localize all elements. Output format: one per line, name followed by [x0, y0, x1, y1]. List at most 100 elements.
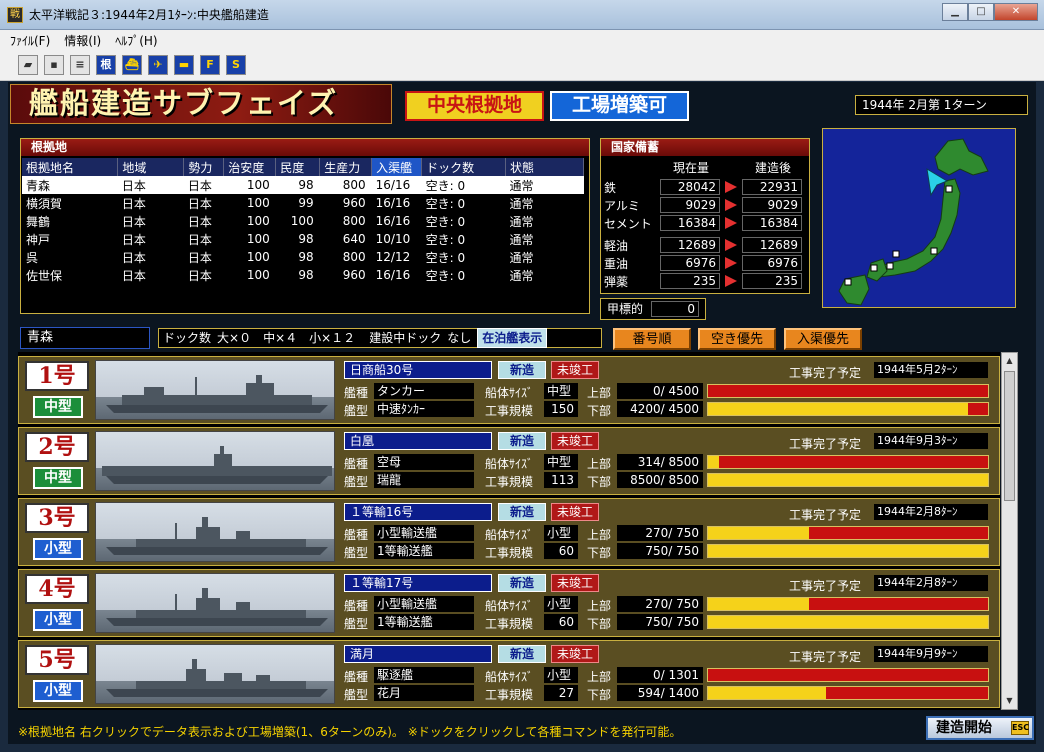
- menu-info[interactable]: 情報(I): [64, 32, 101, 49]
- stock-current: 28042: [660, 179, 720, 195]
- ship-name: 白凰: [344, 432, 492, 450]
- menu-file[interactable]: ﾌｧｲﾙ(F): [10, 32, 50, 49]
- base-marker-kobe[interactable]: [886, 262, 894, 270]
- base-cell: 日本: [121, 214, 146, 229]
- upper-label: 上部: [587, 528, 612, 542]
- col-docked[interactable]: 入渠艦: [371, 158, 423, 176]
- s-button[interactable]: S: [226, 55, 246, 75]
- sort-by-docking-button[interactable]: 入渠優先: [784, 328, 862, 350]
- window-title: 太平洋戦記３:1944年2月1ﾀｰﾝ:中央艦船建造: [29, 8, 269, 22]
- tank-icon[interactable]: ▬: [174, 55, 194, 75]
- ship-name: 満月: [344, 645, 492, 663]
- upper-progress-value: 314/ 8500: [617, 454, 703, 470]
- footnote: ※根拠地名 右クリックでデータ表示および工場増築(1、6ターンのみ)。 ※ドック…: [18, 725, 682, 739]
- app-icon[interactable]: 戦: [7, 6, 23, 23]
- base-marker-maizuru[interactable]: [892, 250, 900, 258]
- completion-label: 工事完了予定: [789, 579, 862, 593]
- base-marker-kure[interactable]: [870, 264, 878, 272]
- stock-row: アルミ 9029 9029: [604, 196, 806, 214]
- base-row[interactable]: 神戸 日本 日本 100 98 640 10/10 空き: 0 通常: [22, 230, 584, 248]
- scroll-down-icon[interactable]: ▼: [1002, 693, 1017, 709]
- ship-icon[interactable]: ⛴: [122, 55, 142, 75]
- base-cell: 横須賀: [26, 196, 63, 211]
- maximize-button[interactable]: □: [968, 3, 994, 21]
- base-marker-yokosuka[interactable]: [930, 247, 938, 255]
- stock-name: アルミ: [604, 198, 640, 213]
- ship-type-value: 駆逐艦: [374, 667, 474, 683]
- base-cell: 960: [342, 196, 366, 210]
- lower-progress-bar: [707, 615, 989, 629]
- dock-number: 4号: [25, 574, 89, 604]
- f-button[interactable]: F: [200, 55, 220, 75]
- ship-silhouette: [95, 644, 335, 704]
- save-disk-icon[interactable]: ▪: [44, 55, 64, 75]
- arrow-right-icon: [720, 215, 742, 231]
- status-tag: 未竣工: [551, 645, 599, 663]
- upper-progress-value: 0/ 1301: [617, 667, 703, 683]
- menu-help[interactable]: ﾍﾙﾌﾟ(H): [115, 32, 157, 49]
- dock-list-scrollbar[interactable]: ▲ ▼: [1001, 352, 1018, 710]
- japan-map[interactable]: [822, 128, 1016, 308]
- open-folder-icon[interactable]: ▰: [18, 55, 38, 75]
- col-production[interactable]: 生産力: [319, 158, 373, 176]
- scroll-up-icon[interactable]: ▲: [1002, 353, 1017, 369]
- stock-current: 16384: [660, 215, 720, 231]
- ship-class-label: 艦型: [344, 404, 369, 418]
- ship-name: １等輸17号: [344, 574, 492, 592]
- airplane-icon[interactable]: ✈: [148, 55, 168, 75]
- upper-label: 上部: [587, 457, 612, 471]
- ship-silhouette: [95, 573, 335, 633]
- ship-type-label: 艦種: [344, 457, 369, 471]
- base-cell: 空き: 0: [425, 214, 466, 229]
- base-cell: 日本: [183, 176, 224, 194]
- base-row[interactable]: 横須賀 日本 日本 100 99 960 16/16 空き: 0 通常: [22, 194, 584, 212]
- scroll-thumb[interactable]: [1004, 371, 1015, 501]
- base-cell: 日本: [187, 214, 212, 229]
- base-cell: 98: [275, 176, 320, 194]
- dock-slot[interactable]: 3号 小型 １等輸16号 新造 未竣工 工事完了予定 1944年2月8ﾀｰﾝ 艦種 小型輸送艦艦…: [18, 498, 1000, 566]
- start-build-button[interactable]: 建造開始 ESC: [926, 716, 1034, 740]
- ship-silhouette: [95, 502, 335, 562]
- col-faction[interactable]: 勢力: [183, 158, 225, 176]
- base-cell: 98: [298, 232, 314, 246]
- status-tag: 未竣工: [551, 361, 599, 379]
- base-row[interactable]: 青森 日本 日本 100 98 800 16/16 空き: 0 通常: [22, 176, 584, 194]
- base-row[interactable]: 舞鶴 日本 日本 100 100 800 16/16 空き: 0 通常: [22, 212, 584, 230]
- base-marker-aomori[interactable]: [945, 185, 953, 193]
- col-base-name[interactable]: 根拠地名: [22, 158, 119, 176]
- title-bar[interactable]: 戦 太平洋戦記３:1944年2月1ﾀｰﾝ:中央艦船建造 ▁ □ ✕: [0, 0, 1044, 30]
- dock-slot[interactable]: 5号 小型 満月 新造 未竣工 工事完了予定 1944年9月9ﾀｰﾝ 艦種 駆逐艦 艦型 花月 船体ｻ…: [18, 640, 1000, 708]
- base-cell: 99: [298, 196, 314, 210]
- status-tag: 未竣工: [551, 503, 599, 521]
- col-region[interactable]: 地域: [117, 158, 185, 176]
- col-dock-count[interactable]: ドック数: [421, 158, 507, 176]
- base-cell: 通常: [509, 232, 534, 247]
- central-base-tag: 中央根拠地: [405, 91, 544, 121]
- dock-slot[interactable]: 2号 中型 白凰 新造 未竣工 工事完了予定 1944年9月3ﾀｰﾝ 艦種 空母 艦型 瑞龍 船体ｻｲ…: [18, 427, 1000, 495]
- upper-label: 上部: [587, 386, 612, 400]
- col-state[interactable]: 状態: [505, 158, 584, 176]
- minimize-button[interactable]: ▁: [942, 3, 968, 21]
- document-icon[interactable]: ≡: [70, 55, 90, 75]
- sort-by-vacancy-button[interactable]: 空き優先: [698, 328, 776, 350]
- close-button[interactable]: ✕: [994, 3, 1038, 21]
- stock-after: 6976: [742, 255, 802, 271]
- base-marker-sasebo[interactable]: [844, 278, 852, 286]
- lower-progress-bar: [707, 402, 989, 416]
- dock-number: 3号: [25, 503, 89, 533]
- show-docked-ships-button[interactable]: 在泊艦表示: [477, 328, 548, 348]
- col-security[interactable]: 治安度: [223, 158, 277, 176]
- stock-current: 6976: [660, 255, 720, 271]
- base-row[interactable]: 佐世保 日本 日本 100 98 960 16/16 空き: 0 通常: [22, 266, 584, 284]
- dock-slot[interactable]: 1号 中型 日商船30号 新造 未竣工 工事完了予定 1944年5月2ﾀｰﾝ 艦種 タンカー 艦型…: [18, 356, 1000, 424]
- base-button[interactable]: 根: [96, 55, 116, 75]
- dock-info-bar: ドック数 大×０ 中×４ 小×１２ 建設中ドック なし 在泊艦表示: [158, 328, 602, 348]
- base-cell: 日本: [121, 196, 146, 211]
- sort-by-number-button[interactable]: 番号順: [613, 328, 691, 350]
- dock-slot[interactable]: 4号 小型 １等輸17号 新造 未竣工 工事完了予定 1944年2月8ﾀｰﾝ 艦種 小型輸送艦艦…: [18, 569, 1000, 637]
- hull-size-label: 船体ｻｲｽﾞ: [485, 386, 534, 400]
- base-row[interactable]: 呉 日本 日本 100 98 800 12/12 空き: 0 通常: [22, 248, 584, 266]
- col-morale[interactable]: 民度: [275, 158, 321, 176]
- hull-size-value: 小型: [544, 596, 578, 612]
- base-cell: 通常: [509, 196, 534, 211]
